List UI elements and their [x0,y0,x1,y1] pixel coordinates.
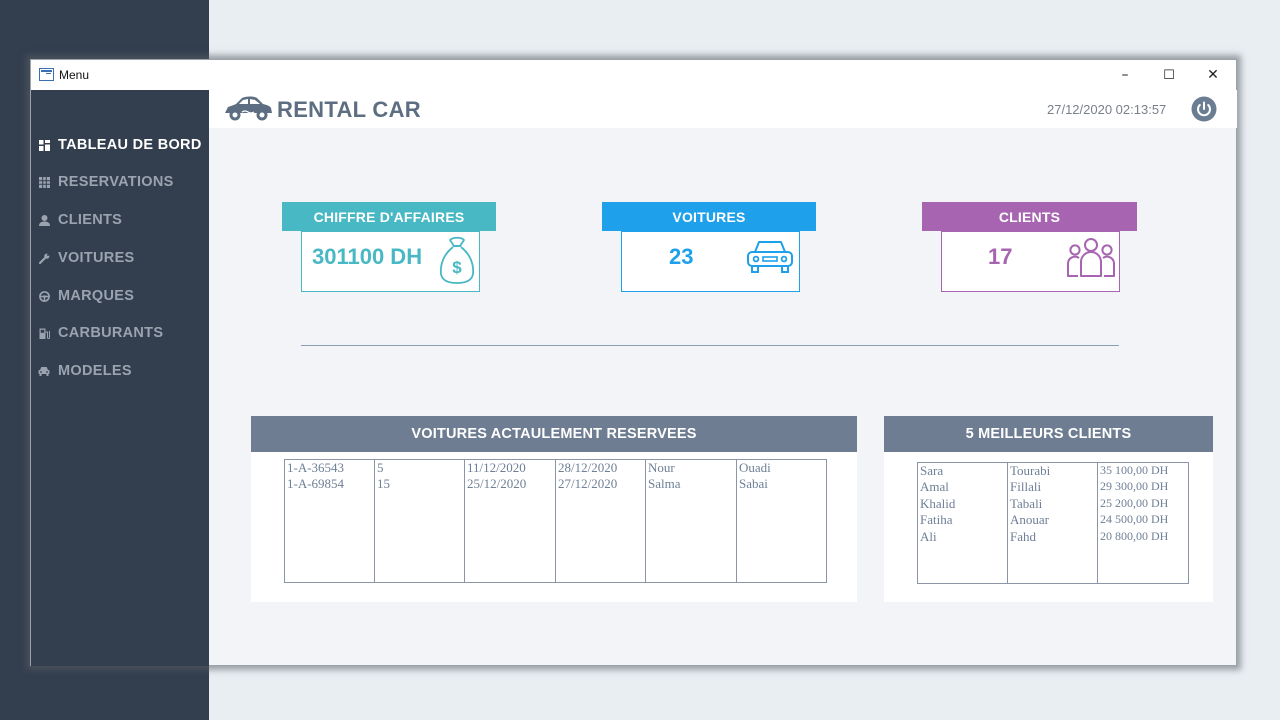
table-cell: 5 [377,460,384,475]
table-cell: 25 200,00 DH [1100,496,1169,510]
sidebar-item-carburants[interactable]: CARBURANTS [38,322,163,344]
sidebar-item-clients[interactable]: CLIENTS [38,209,122,231]
power-icon[interactable] [1191,96,1217,127]
minimize-button[interactable]: – [1103,60,1147,90]
top-clients-panel: 5 MEILLEURS CLIENTS Sara Tourabi 35 100,… [884,416,1213,602]
clients-card-header: CLIENTS [922,202,1137,231]
sidebar-item-label: MODELES [58,363,132,379]
table-icon [38,176,50,188]
table-cell: Khalid [920,496,956,511]
table-cell: Tabali [1010,496,1043,511]
steering-wheel-icon [38,290,50,302]
user-icon [38,214,50,226]
table-cell: Ouadi [739,460,771,475]
reservations-panel-title: VOITURES ACTAULEMENT RESERVEES [251,416,857,452]
table-cell: Nour [648,460,675,475]
group-icon [1066,236,1116,285]
column-divider [1097,463,1098,583]
column-divider [645,460,646,582]
sidebar-item-marques[interactable]: MARQUES [38,285,134,307]
table-cell: Fillali [1010,479,1042,494]
top-clients-panel-title: 5 MEILLEURS CLIENTS [884,416,1213,452]
column-divider [1007,463,1008,583]
wrench-icon [38,252,50,264]
reservations-panel: VOITURES ACTAULEMENT RESERVEES 1-A-36543… [251,416,857,602]
table-cell: Fahd [1010,529,1036,544]
table-cell: 15 [377,476,390,491]
fuel-pump-icon [38,327,50,339]
maximize-button[interactable]: ☐ [1147,60,1191,90]
table-cell: 25/12/2020 [467,476,527,491]
sidebar-item-label: TABLEAU DE BORD [58,137,202,153]
section-divider [301,345,1119,346]
table-cell: 28/12/2020 [558,460,618,475]
top-clients-table[interactable]: Sara Tourabi 35 100,00 DH Amal Fillali 2… [917,462,1189,584]
column-divider [464,460,465,582]
table-cell: 20 800,00 DH [1100,529,1169,543]
clients-value: 17 [988,244,1013,269]
table-cell: 29 300,00 DH [1100,479,1169,493]
table-cell: 11/12/2020 [467,460,526,475]
sidebar-item-label: CLIENTS [58,212,123,228]
date-time-display: 27/12/2020 02:13:57 [1047,102,1167,117]
cars-card: 23 [621,231,800,292]
cars-card-header: VOITURES [602,202,816,231]
table-cell: 35 100,00 DH [1100,463,1169,477]
close-button[interactable]: ✕ [1191,60,1235,90]
sidebar-item-voitures[interactable]: VOITURES [38,247,135,269]
revenue-card: 301100 DH $ [301,231,480,292]
table-cell: 27/12/2020 [558,476,618,491]
table-cell: Salma [648,476,681,491]
column-divider [736,460,737,582]
header-bar: RENTAL CAR 27/12/2020 02:13:57 [209,90,1237,128]
reservations-table[interactable]: 1-A-36543 5 11/12/2020 28/12/2020 Nour O… [284,459,827,583]
car-icon [38,365,50,377]
car-front-icon [745,238,795,283]
table-cell: 1-A-69854 [287,476,345,491]
table-cell: Sabai [739,476,768,491]
table-cell: 24 500,00 DH [1100,512,1169,526]
svg-text:$: $ [452,258,462,277]
app-window: Menu – ☐ ✕ TABLEAU DE BORD RESERVATIONS … [30,59,1237,666]
table-cell: Sara [920,463,944,478]
app-icon [39,68,54,81]
car-logo-icon [222,95,274,128]
clients-card: 17 [941,231,1120,292]
table-cell: Amal [920,479,949,494]
sidebar-item-modeles[interactable]: MODELES [38,360,132,382]
table-cell: Ali [920,529,937,544]
table-cell: 1-A-36543 [287,460,345,475]
money-bag-icon: $ [438,234,476,291]
table-cell: Anouar [1010,512,1049,527]
revenue-card-header: CHIFFRE D'AFFAIRES [282,202,496,231]
sidebar-item-label: VOITURES [58,250,135,266]
window-title: Menu [59,68,90,82]
table-cell: Tourabi [1010,463,1051,478]
title-bar: Menu – ☐ ✕ [31,60,1236,90]
sidebar-item-label: MARQUES [58,288,135,304]
revenue-value: 301100 DH [312,244,423,269]
sidebar-item-label: RESERVATIONS [58,174,174,190]
cars-value: 23 [669,244,694,269]
sidebar-item-tableau-de-bord[interactable]: TABLEAU DE BORD [38,134,202,156]
sidebar-item-reservations[interactable]: RESERVATIONS [38,171,174,193]
sidebar-item-label: CARBURANTS [58,325,164,341]
column-divider [374,460,375,582]
brand-logo-text: RENTAL CAR [277,97,421,122]
table-cell: Fatiha [920,512,953,527]
sidebar: TABLEAU DE BORD RESERVATIONS CLIENTS VOI… [31,90,209,666]
column-divider [555,460,556,582]
dashboard-icon [38,139,50,151]
